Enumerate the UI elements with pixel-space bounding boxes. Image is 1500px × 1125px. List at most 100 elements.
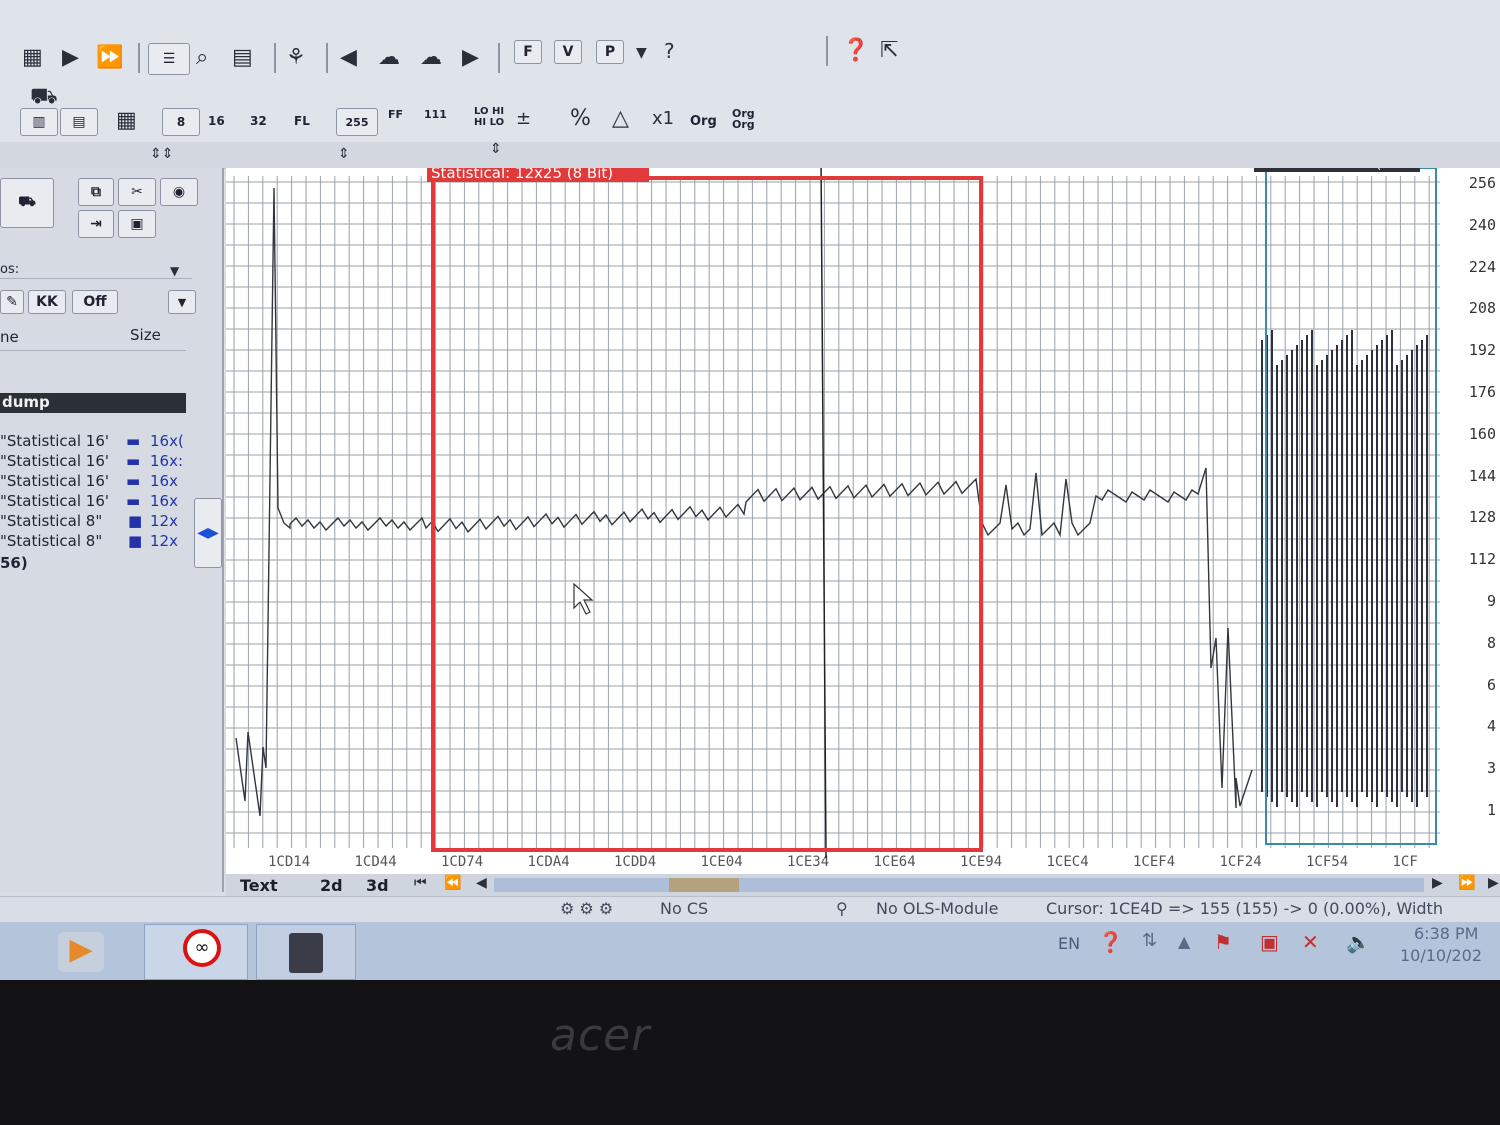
map-2d-view[interactable]: 1CD14 1CD44 1CD74 1CDA4 1CDD4 1CE04 1CE34 1CE64…	[226, 152, 1500, 874]
network-icon[interactable]: ⇅	[1142, 930, 1157, 951]
list-item[interactable]: "Statistical 16' ▬ 16x:	[0, 452, 183, 470]
globe-icon[interactable]: ◉	[160, 178, 198, 206]
spin-arrows-icon[interactable]: ⇕⇕	[150, 139, 173, 169]
delta-icon[interactable]: △	[612, 104, 629, 134]
v-button[interactable]: V	[554, 40, 582, 64]
back-icon[interactable]: ◀	[476, 868, 487, 898]
language-indicator[interactable]: EN	[1058, 934, 1080, 953]
selected-list-item[interactable]: dump	[0, 393, 186, 413]
project-icon[interactable]: ⛟	[0, 178, 54, 228]
flag-icon[interactable]: ⚑	[1214, 930, 1232, 954]
tab-text[interactable]: Text	[240, 876, 278, 895]
y-axis-labels: 256 240 224 208 192 176 160 144 128 112 9 8 6 4 3 1	[1440, 168, 1500, 874]
selection-label: Statistical: 12x25 (8 Bit)	[431, 168, 613, 182]
list-item[interactable]: "Statistical 16' ▬ 16x(	[0, 432, 184, 450]
y-tick-label: 256	[1468, 174, 1496, 192]
connection-icon[interactable]: ⚘	[286, 43, 306, 73]
tab-3d[interactable]: 3d	[366, 876, 389, 895]
windows-taskbar: ▶ ∞ EN ❓ ⇅ ▲ ⚑ ▣ ✕ 🔈 6:38 PM 10/10/202	[0, 922, 1500, 980]
splitter-toggle-icon[interactable]: ◀▶	[194, 498, 222, 568]
cloud-download-icon[interactable]: ☁	[378, 43, 400, 73]
horizontal-scrollbar[interactable]	[494, 878, 1424, 892]
settings-icon[interactable]: ▣	[118, 210, 156, 238]
hex-grid-icon[interactable]: ▦	[116, 106, 137, 136]
volume-icon[interactable]: 🔈	[1346, 930, 1371, 954]
chevron-down-icon[interactable]: ▼	[170, 256, 179, 286]
grid-view-icon[interactable]: ▦	[22, 43, 43, 73]
original-compare-button[interactable]: Org Org	[732, 108, 764, 130]
chevron-down-icon[interactable]: ▼	[168, 290, 196, 314]
first-page-icon[interactable]: ⏮	[414, 868, 427, 898]
list-item[interactable]: "Statistical 8" ■ 12x	[0, 512, 178, 530]
hex-ff-button[interactable]: FF	[388, 108, 403, 121]
ecm-app-taskbar-button[interactable]: ∞	[144, 924, 248, 980]
width-8-button[interactable]: 8	[162, 108, 200, 136]
scroll-thumb[interactable]	[669, 878, 739, 892]
checksum-icon: ⚙ ⚙ ⚙	[560, 899, 614, 918]
lohi-button[interactable]: LO HI HI LO	[474, 106, 504, 128]
network-disconnected-icon[interactable]: ✕	[1302, 930, 1319, 954]
toolbar-separator	[138, 43, 140, 73]
decimal-255-button[interactable]: 255	[336, 108, 378, 136]
context-help-icon[interactable]: ⇱	[880, 36, 898, 66]
p-button[interactable]: P	[596, 40, 624, 64]
percent-button[interactable]: %	[570, 104, 591, 134]
fast-forward-icon[interactable]: ⏩	[96, 43, 123, 73]
float-button[interactable]: FL	[294, 114, 310, 128]
device-taskbar-button[interactable]	[256, 924, 356, 980]
forward-icon[interactable]: ▶	[1432, 868, 1443, 898]
help-icon[interactable]: ❓	[1098, 930, 1123, 954]
sign-toggle-icon[interactable]: ±	[516, 104, 531, 134]
device-warning-icon[interactable]: ▣	[1260, 930, 1279, 954]
width-32-button[interactable]: 32	[250, 114, 267, 128]
export-icon[interactable]: ⇥	[78, 210, 114, 238]
list-item[interactable]: "Statistical 16' ▬ 16x	[0, 492, 178, 510]
last-page-icon[interactable]: ▶	[1488, 868, 1499, 898]
media-player-icon[interactable]: ▶	[58, 932, 104, 972]
factor-button[interactable]: x1	[652, 104, 674, 134]
kk-button[interactable]: KK	[28, 290, 66, 314]
table-icon[interactable]: ▤	[232, 43, 253, 73]
spin-arrows-icon[interactable]: ⇕	[338, 139, 350, 169]
rewind-icon[interactable]: ⏪	[444, 868, 461, 898]
tools-icon[interactable]: ✂	[118, 178, 156, 206]
fast-forward-icon[interactable]: ⏩	[1458, 868, 1475, 898]
column-header-size[interactable]: Size	[130, 326, 161, 344]
original-button[interactable]: Org	[690, 114, 717, 129]
off-button[interactable]: Off	[72, 290, 118, 314]
column-header-name[interactable]: ne	[0, 328, 19, 346]
f-button[interactable]: F	[514, 40, 542, 64]
y-tick-label: 6	[1486, 675, 1496, 694]
search-icon[interactable]: ⌕	[196, 43, 208, 73]
clock-date[interactable]: 10/10/202	[1400, 946, 1482, 965]
x-tick-label: 1CE34	[787, 854, 829, 870]
spin-arrows-icon[interactable]: ⇕	[490, 134, 502, 164]
help-book-icon[interactable]: ❓	[842, 36, 869, 66]
list-view-button[interactable]: ☰	[148, 43, 190, 75]
infinity-icon: ∞	[183, 929, 221, 967]
cloud-upload-icon[interactable]: ☁	[420, 43, 442, 73]
map-toolbar: ⛟ ▥ ▤ ▦ 8 16 32 FL 255 FF 111 LO HI HI LO…	[0, 82, 1500, 143]
edit-icon[interactable]: ✎	[0, 290, 24, 314]
device-icon	[289, 933, 323, 973]
previous-icon[interactable]: ◀	[340, 43, 357, 73]
y-tick-label: 1	[1486, 801, 1496, 819]
chart-mode-button[interactable]: ▤	[60, 108, 98, 136]
show-hidden-icons[interactable]: ▲	[1178, 932, 1190, 951]
tab-2d[interactable]: 2d	[320, 876, 343, 895]
binary-button[interactable]: 111	[424, 108, 447, 121]
clock-time[interactable]: 6:38 PM	[1414, 924, 1478, 943]
map-chart[interactable]: 1CD14 1CD44 1CD74 1CDA4 1CDD4 1CE04 1CE34 1CE64…	[226, 152, 1500, 874]
width-16-button[interactable]: 16	[208, 114, 225, 128]
new-window-icon[interactable]: ⧉	[78, 178, 114, 206]
x-tick-label: 1CF	[1393, 854, 1418, 870]
list-item[interactable]: "Statistical 16' ▬ 16x	[0, 472, 178, 490]
next-icon[interactable]: ▶	[462, 43, 479, 73]
view-mode-button[interactable]: ▥	[20, 108, 58, 136]
help-icon[interactable]: ?	[664, 36, 675, 66]
chevron-down-icon[interactable]: ▼	[636, 38, 647, 68]
list-item[interactable]: "Statistical 8" ■ 12x	[0, 532, 178, 550]
laptop-bezel: acer	[0, 980, 1500, 1125]
play-icon[interactable]: ▶	[62, 43, 79, 73]
toolbar-separator	[274, 43, 276, 73]
